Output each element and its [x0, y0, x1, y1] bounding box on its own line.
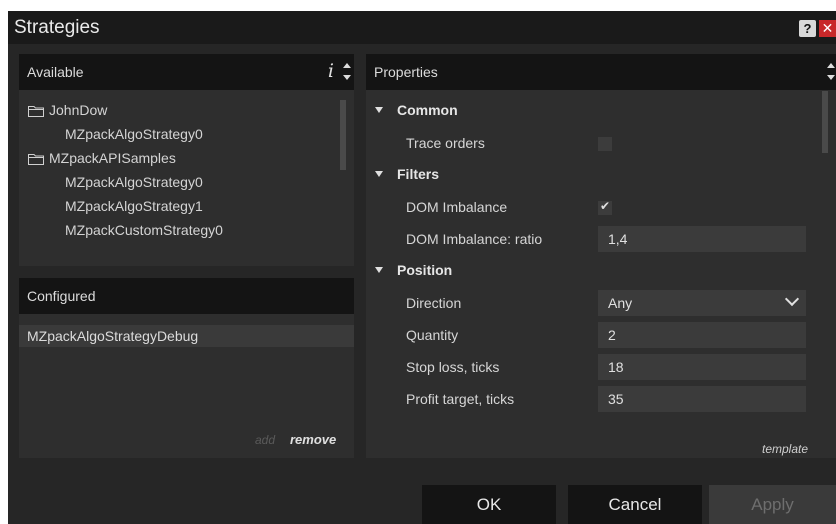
- available-header: Available i: [19, 54, 354, 90]
- available-panel: Available i JohnDow MZpackAlgoStrategy0 …: [19, 54, 354, 266]
- profit-target-label: Profit target, ticks: [406, 391, 515, 407]
- quantity-label: Quantity: [406, 327, 459, 343]
- add-link[interactable]: add: [255, 433, 275, 447]
- chevron-down-icon: [784, 291, 800, 307]
- title-bar: Strategies ? ✕: [8, 11, 836, 44]
- direction-select[interactable]: Any: [598, 290, 806, 316]
- category-label: Position: [397, 262, 453, 278]
- category-label: Filters: [397, 166, 440, 182]
- stop-loss-label: Stop loss, ticks: [406, 359, 500, 375]
- ok-button-label: OK: [476, 495, 502, 514]
- tree-item-strategy[interactable]: MZpackAlgoStrategy1: [65, 198, 203, 214]
- expand-triangle-icon: [375, 107, 383, 113]
- dom-ratio-label: DOM Imbalance: ratio: [406, 231, 543, 247]
- dom-ratio-field[interactable]: 1,4: [598, 226, 806, 252]
- sort-arrows-icon[interactable]: [826, 57, 836, 87]
- folder-icon: [28, 105, 44, 117]
- direction-label: Direction: [406, 295, 462, 311]
- available-title: Available: [27, 64, 84, 80]
- trace-orders-label: Trace orders: [406, 135, 485, 151]
- configured-list-item[interactable]: MZpackAlgoStrategyDebug: [19, 325, 354, 347]
- remove-link[interactable]: remove: [290, 432, 336, 447]
- dom-imbalance-label: DOM Imbalance: [406, 199, 508, 215]
- close-button[interactable]: ✕: [819, 20, 836, 37]
- expand-triangle-icon: [375, 171, 383, 177]
- quantity-field[interactable]: 2: [598, 322, 806, 348]
- expand-triangle-icon: [375, 267, 383, 273]
- category-filters[interactable]: Filters: [366, 162, 816, 186]
- quantity-value: 2: [608, 327, 616, 343]
- properties-header: Properties: [366, 54, 836, 90]
- category-label: Common: [397, 102, 458, 118]
- trace-orders-checkbox[interactable]: [598, 137, 612, 151]
- tree-folder-johndow[interactable]: JohnDow: [49, 102, 107, 118]
- ok-button[interactable]: OK: [422, 485, 556, 524]
- properties-title: Properties: [374, 64, 438, 80]
- tree-folder-mzpackapisamples[interactable]: MZpackAPISamples: [49, 150, 176, 166]
- tree-item-strategy[interactable]: MZpackAlgoStrategy0: [65, 174, 203, 190]
- configured-panel: Configured MZpackAlgoStrategyDebug add r…: [19, 278, 354, 458]
- configured-item-label: MZpackAlgoStrategyDebug: [27, 328, 199, 344]
- profit-target-field[interactable]: 35: [598, 386, 806, 412]
- tree-item-strategy[interactable]: MZpackAlgoStrategy0: [65, 126, 203, 142]
- info-icon[interactable]: i: [328, 60, 334, 82]
- apply-button[interactable]: Apply: [709, 485, 836, 524]
- dom-ratio-value: 1,4: [608, 231, 628, 247]
- category-common[interactable]: Common: [366, 98, 816, 122]
- checkmark-icon: ✔: [600, 199, 611, 213]
- cancel-button-label: Cancel: [608, 495, 662, 514]
- direction-value: Any: [608, 295, 633, 311]
- template-link[interactable]: template: [762, 442, 808, 456]
- properties-panel: Properties Common Trace orders Filters D…: [366, 54, 836, 458]
- configured-header: Configured: [19, 278, 354, 314]
- strategies-window: Strategies ? ✕ Available i JohnDow MZpac…: [8, 11, 836, 524]
- available-scrollbar[interactable]: [340, 100, 346, 170]
- sort-arrows-icon[interactable]: [342, 57, 352, 87]
- profit-target-value: 35: [608, 391, 624, 407]
- configured-title: Configured: [27, 288, 96, 304]
- category-position[interactable]: Position: [366, 258, 816, 282]
- tree-item-strategy[interactable]: MZpackCustomStrategy0: [65, 222, 223, 238]
- apply-button-label: Apply: [751, 495, 794, 514]
- cancel-button[interactable]: Cancel: [568, 485, 702, 524]
- stop-loss-field[interactable]: 18: [598, 354, 806, 380]
- help-button[interactable]: ?: [799, 20, 816, 37]
- dom-imbalance-checkbox[interactable]: ✔: [598, 199, 612, 215]
- stop-loss-value: 18: [608, 359, 624, 375]
- folder-icon: [28, 153, 44, 165]
- window-title: Strategies: [14, 17, 100, 38]
- properties-scrollbar[interactable]: [822, 91, 828, 153]
